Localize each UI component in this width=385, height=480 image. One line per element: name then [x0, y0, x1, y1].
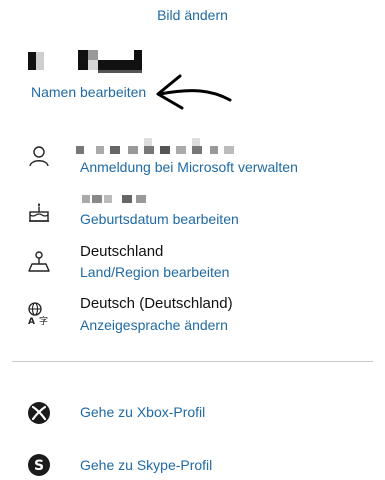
skype-icon: S [27, 453, 51, 477]
redacted-email [76, 138, 236, 156]
edit-name-link[interactable]: Namen bearbeiten [31, 84, 146, 100]
xbox-profile-link[interactable]: Gehe zu Xbox-Profil [80, 404, 205, 420]
skype-profile-link[interactable]: Gehe zu Skype-Profil [80, 457, 212, 473]
svg-text:字: 字 [39, 315, 48, 325]
country-value: Deutschland [80, 243, 164, 260]
xbox-icon [27, 401, 51, 425]
language-globe-icon: A字 [27, 301, 51, 325]
redacted-birthdate [82, 193, 152, 205]
redacted-display-name [28, 50, 146, 74]
arrow-annotation [156, 74, 232, 110]
change-image-link[interactable]: Bild ändern [0, 7, 385, 23]
svg-text:A: A [28, 317, 35, 325]
divider [12, 361, 373, 362]
manage-signin-link[interactable]: Anmeldung bei Microsoft verwalten [80, 159, 298, 175]
edit-country-link[interactable]: Land/Region bearbeiten [80, 264, 229, 280]
svg-text:S: S [34, 458, 44, 474]
birthday-cake-icon [27, 200, 51, 224]
edit-display-language-link[interactable]: Anzeigesprache ändern [80, 317, 228, 333]
edit-birthdate-link[interactable]: Geburtsdatum bearbeiten [80, 211, 239, 227]
person-icon [27, 144, 51, 168]
map-pin-icon [27, 249, 51, 273]
language-value: Deutsch (Deutschland) [80, 295, 233, 312]
